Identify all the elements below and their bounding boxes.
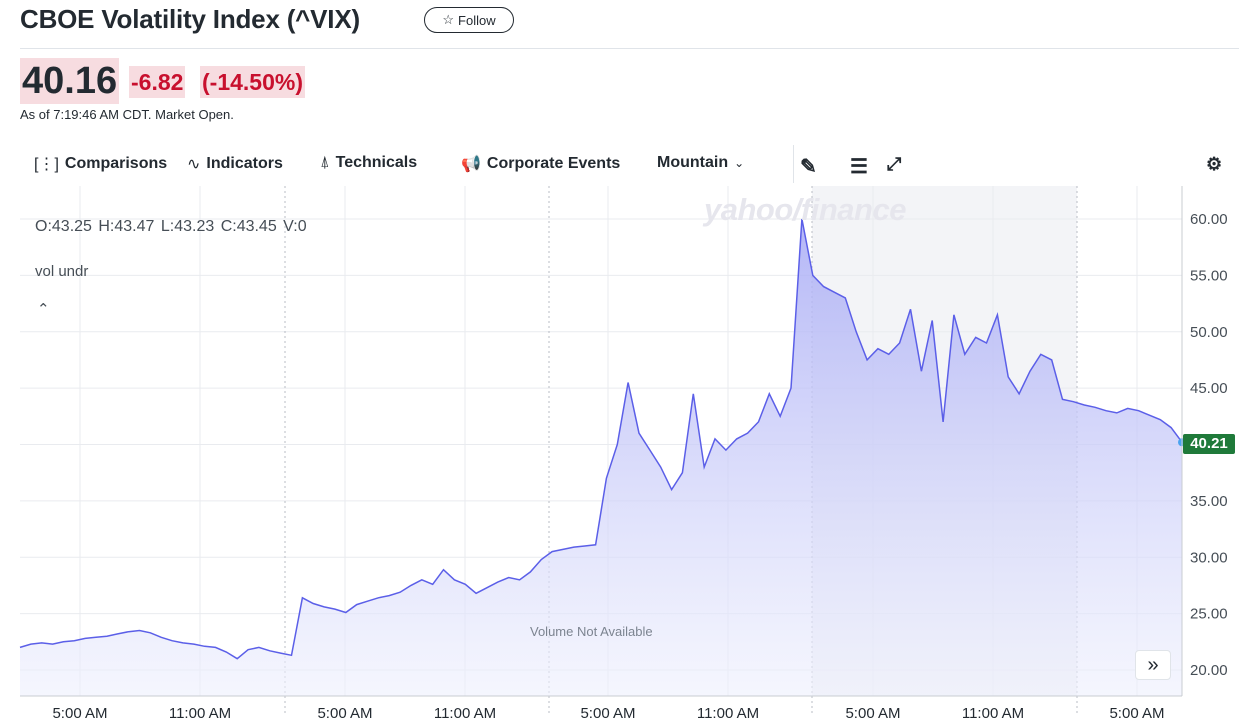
y-tick-label: 55.00 [1190,267,1228,284]
header-divider [20,48,1239,49]
x-tick-label: 11:00 AM [962,705,1024,718]
hamburger-icon: ☰ [850,156,868,178]
ohlc-readout: O:43.25 H:43.47 L:43.23 C:43.45 V:0 [35,218,307,235]
x-tick-label: 5:00 AM [845,705,900,718]
technicals-icon: ⍋ [320,154,330,171]
corporate-events-button[interactable]: 📢 Corporate Events [461,154,620,174]
y-tick-label: 45.00 [1190,380,1228,397]
chart-toolbar: [⋮] Comparisons ∿ Indicators ⍋ Technical… [20,145,1242,185]
technicals-button[interactable]: ⍋ Technicals [320,154,417,172]
x-tick-label: 5:00 AM [1109,705,1164,718]
comparisons-button[interactable]: [⋮] Comparisons [34,154,167,174]
chart-type-label: Mountain [657,154,729,171]
current-price: 40.16 [20,58,120,104]
x-tick-label: 11:00 AM [169,705,231,718]
toolbar-divider [793,145,794,183]
y-tick-label: 25.00 [1190,606,1228,623]
price-change-percent: (-14.50%) [200,66,305,98]
pencil-icon: ✎ [800,156,817,178]
y-tick-label: 60.00 [1190,211,1228,228]
draw-button[interactable]: ✎ [800,154,817,179]
indicators-label: Indicators [206,155,283,172]
chevron-down-icon: ⌄ [734,156,745,170]
y-tick-label: 35.00 [1190,493,1228,510]
double-chevron-right-icon: » [1147,653,1159,676]
as-of-timestamp: As of 7:19:46 AM CDT. Market Open. [20,107,234,122]
y-tick-label: 50.00 [1190,324,1228,341]
y-tick-label: 30.00 [1190,549,1228,566]
x-tick-label: 11:00 AM [697,705,759,718]
expand-icon: ⤢ [887,154,902,174]
indicators-icon: ∿ [187,156,201,173]
yahoo-finance-watermark: yahoo/finance [704,192,906,227]
follow-label: Follow [458,12,496,28]
indicators-button[interactable]: ∿ Indicators [187,154,283,174]
page-title: CBOE Volatility Index (^VIX) [20,4,360,34]
last-price-badge: 40.21 [1183,434,1235,454]
expand-button[interactable]: ⤢ [887,154,901,175]
collapse-icon[interactable]: ⌃ [37,300,50,318]
x-tick-label: 11:00 AM [434,705,496,718]
corporate-events-label: Corporate Events [486,155,621,172]
chart-type-select[interactable]: Mountain ⌄ [657,154,744,172]
x-tick-label: 5:00 AM [317,705,372,718]
volume-underlay-label[interactable]: vol undr [35,263,88,280]
volume-not-available: Volume Not Available [530,624,653,639]
comparisons-icon: [⋮] [34,156,59,173]
megaphone-icon: 📢 [461,156,481,173]
x-tick-label: 5:00 AM [52,705,107,718]
scroll-to-latest-button[interactable]: » [1135,650,1171,680]
price-change: -6.82 [129,66,186,98]
x-tick-label: 5:00 AM [580,705,635,718]
technicals-label: Technicals [335,154,418,171]
settings-button[interactable]: ⚙ [1206,154,1222,175]
gear-icon: ⚙ [1206,154,1223,174]
follow-button[interactable]: ☆ Follow [424,7,514,33]
y-tick-label: 20.00 [1190,662,1228,679]
star-icon: ☆ [442,12,455,27]
menu-button[interactable]: ☰ [850,154,868,179]
comparisons-label: Comparisons [64,155,168,172]
